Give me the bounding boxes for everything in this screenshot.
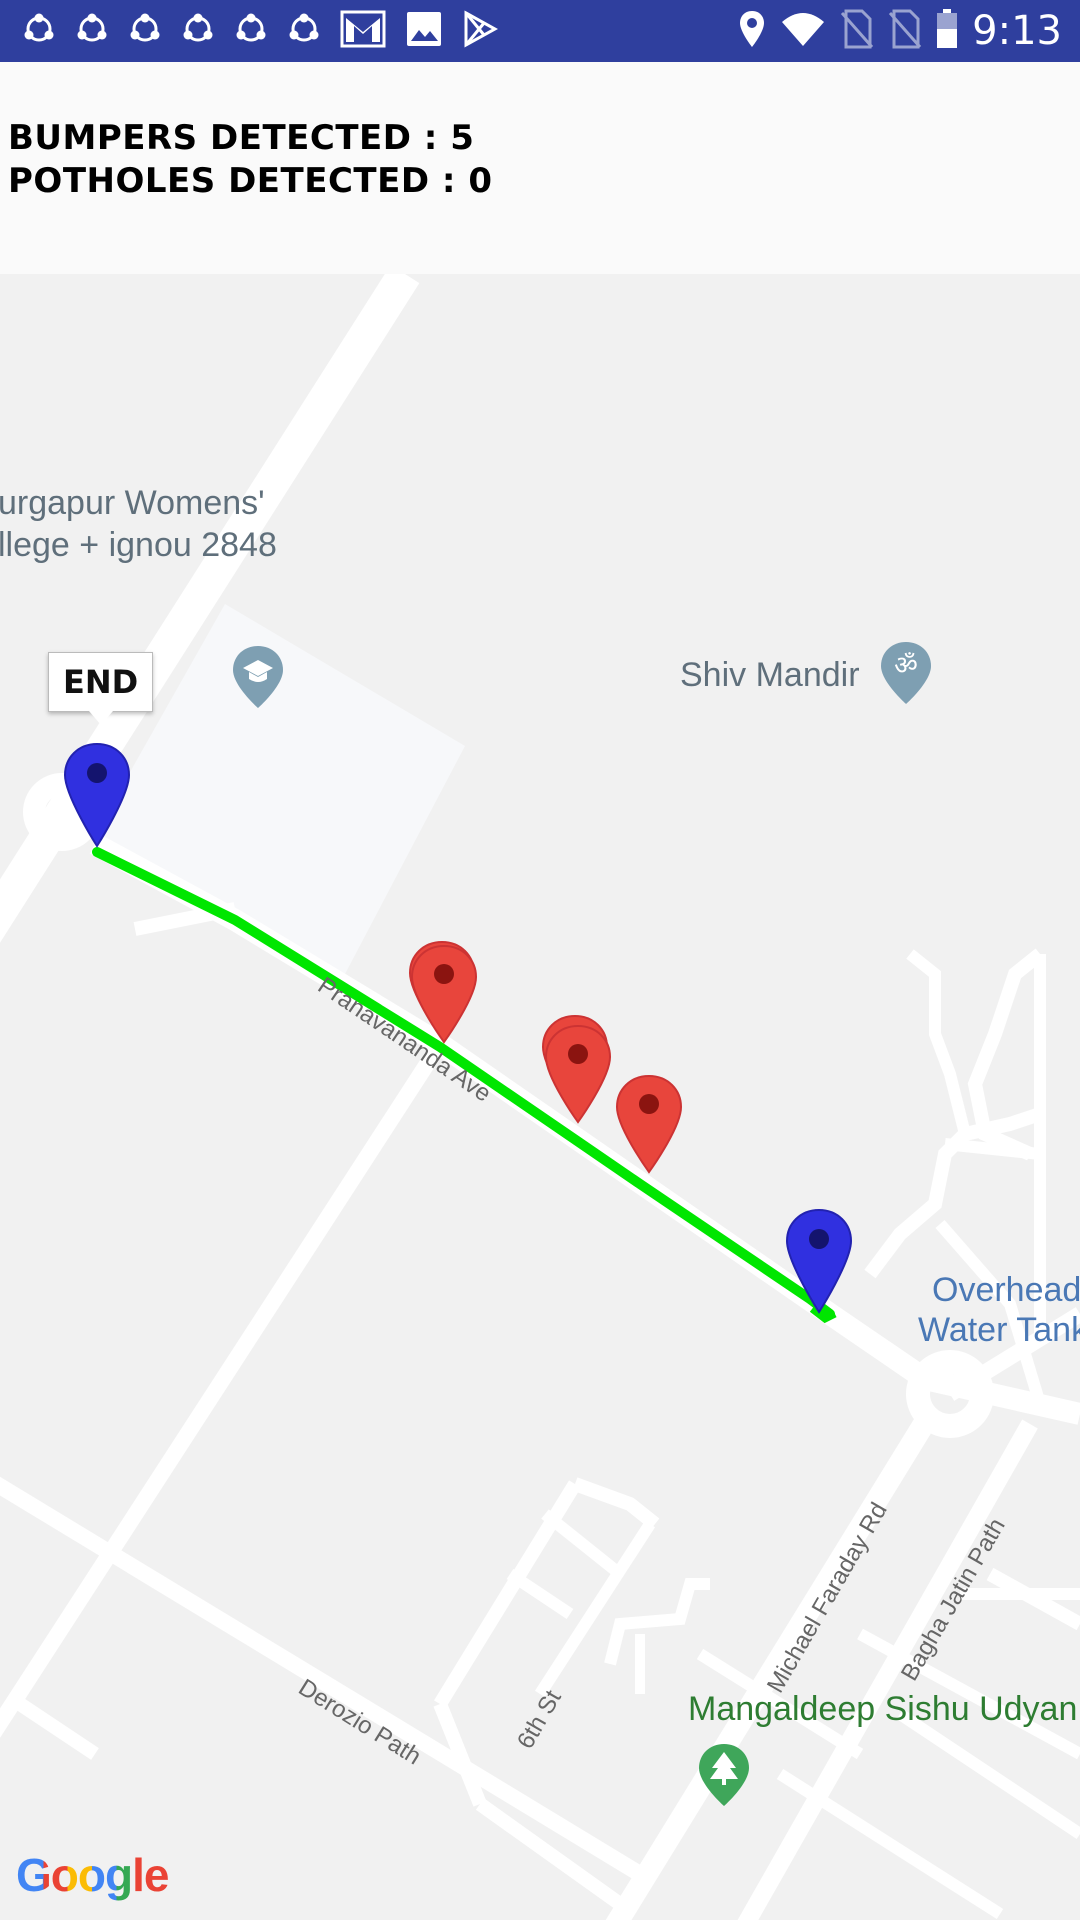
sync-icon xyxy=(128,12,162,51)
school-icon[interactable] xyxy=(230,644,286,710)
park-icon[interactable] xyxy=(696,1742,752,1808)
bump-marker[interactable] xyxy=(543,1022,613,1130)
svg-text:ॐ: ॐ xyxy=(894,651,918,681)
wifi-icon xyxy=(780,10,826,53)
end-marker[interactable] xyxy=(62,740,132,852)
google-logo-text: Google xyxy=(16,1849,169,1901)
battery-icon xyxy=(936,8,958,54)
detection-summary: BUMPERS DETECTED : 5 POTHOLES DETECTED :… xyxy=(0,62,1080,274)
college-label-line1: urgapur Womens' xyxy=(0,484,265,522)
no-sim-icon xyxy=(840,9,874,54)
play-store-icon xyxy=(462,9,499,53)
sync-icon xyxy=(181,12,215,51)
temple-label: Shiv Mandir xyxy=(680,656,860,694)
start-marker[interactable] xyxy=(784,1206,854,1318)
status-bar: 9:13 xyxy=(0,0,1080,62)
location-icon xyxy=(738,9,766,54)
tank-label-line1: Overhead xyxy=(932,1271,1080,1309)
notification-icons xyxy=(22,9,517,53)
google-logo: Google xyxy=(16,1848,169,1902)
end-info-window[interactable]: END xyxy=(48,652,154,725)
sync-icon xyxy=(287,12,321,51)
college-label-line2: llege + ignou 2848 xyxy=(0,526,277,564)
sync-icon xyxy=(22,12,56,51)
sync-icon xyxy=(234,12,268,51)
tank-label-line2: Water Tank xyxy=(918,1311,1080,1349)
end-info-label: END xyxy=(63,663,139,701)
temple-icon[interactable]: ॐ xyxy=(878,640,934,706)
map-view[interactable]: urgapur Womens' llege + ignou 2848 Shiv … xyxy=(0,274,1080,1920)
image-icon xyxy=(405,10,443,53)
park-label: Mangaldeep Sishu Udyan xyxy=(688,1690,1078,1728)
bump-marker[interactable] xyxy=(614,1072,684,1180)
sync-icon xyxy=(75,12,109,51)
no-sim-icon xyxy=(888,9,922,54)
bump-marker[interactable] xyxy=(409,942,479,1050)
potholes-detected-count: POTHOLES DETECTED : 0 xyxy=(8,161,493,201)
gmail-icon xyxy=(340,10,386,53)
bumpers-detected-count: BUMPERS DETECTED : 5 xyxy=(8,118,475,158)
clock: 9:13 xyxy=(972,8,1062,54)
system-icons: 9:13 xyxy=(724,8,1062,54)
